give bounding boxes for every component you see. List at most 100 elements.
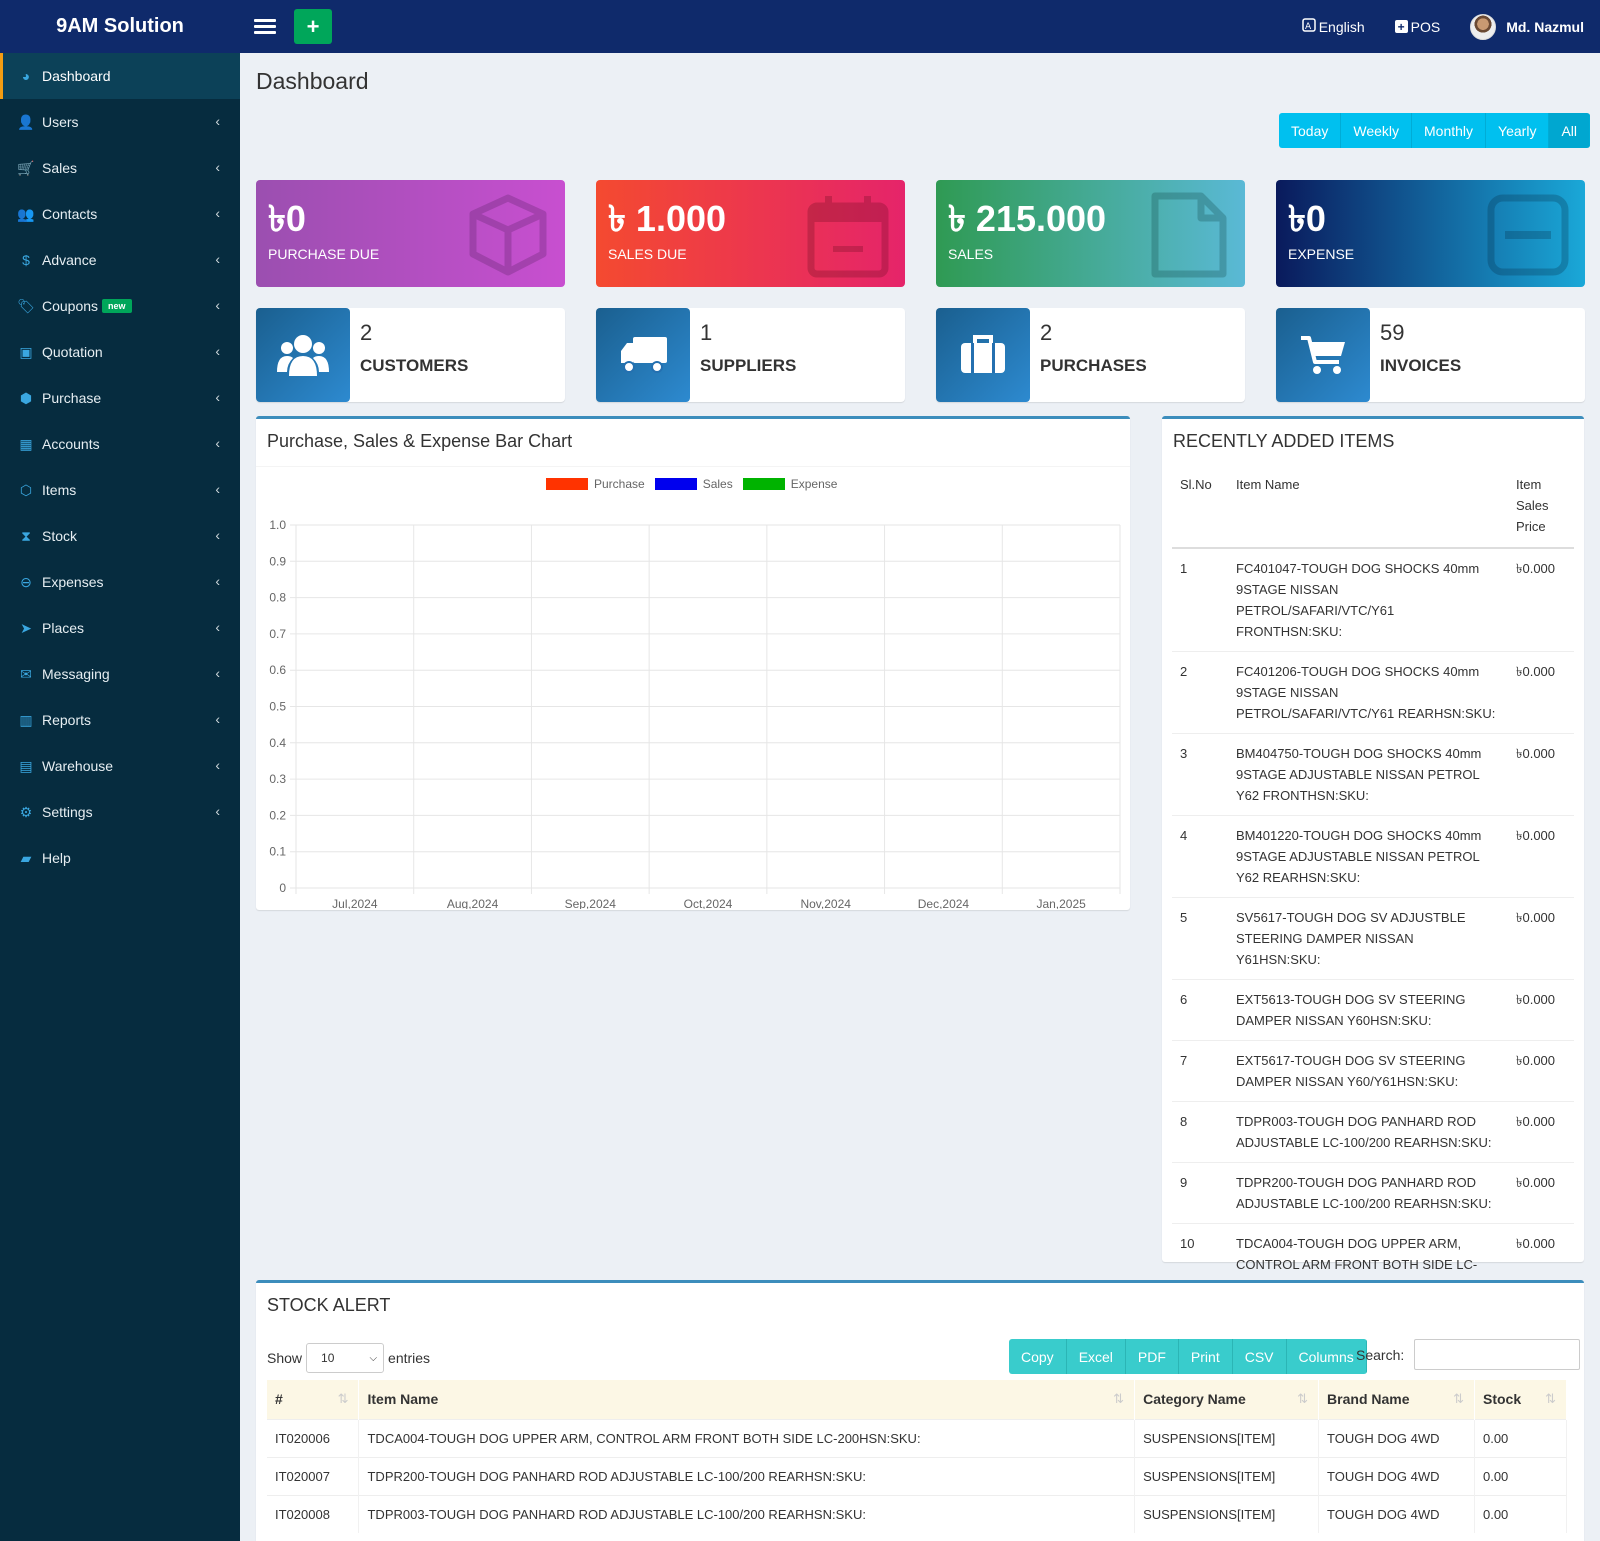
cell-item-name: EXT5617-TOUGH DOG SV STEERING DAMPER NIS… [1228,1040,1508,1102]
sidebar-item-label: Places [42,620,85,636]
period-monthly-button[interactable]: Monthly [1412,113,1487,148]
sales-box[interactable]: ৳ 215.000 SALES [936,180,1245,287]
table-row: IT020006 TDCA004-TOUGH DOG UPPER ARM, CON… [267,1418,1568,1457]
file-icon [1151,192,1227,278]
sidebar-item-sales[interactable]: 🛒 Sales ‹ [0,145,240,191]
col-stock[interactable]: Stock ⇅ [1474,1380,1568,1419]
table-row: 5 SV5617-TOUGH DOG SV ADJUSTBLE STEERING … [1172,897,1574,980]
period-today-button[interactable]: Today [1279,113,1342,148]
stock-alert-panel: STOCK ALERT Show 10 ⌵ entries Copy Excel P… [256,1280,1584,1541]
bar-chart: 1.0 0.9 0.8 0.7 0.6 0.5 0.4 0.3 0.2 0.1 0 Jul,2024 A… [269,518,1121,909]
expense-box[interactable]: ৳0 EXPENSE [1276,180,1585,287]
period-all-button[interactable]: All [1549,113,1591,148]
cell-item-name: BM401220-TOUGH DOG SHOCKS 40mm 9STAGE AD… [1228,815,1508,898]
sidebar-item-accounts[interactable]: ▦ Accounts ‹ [0,421,240,467]
purchases-box[interactable]: 2 PURCHASES [936,308,1245,402]
chart-title: Purchase, Sales & Expense Bar Chart [267,431,573,451]
brand-logo[interactable]: 9AM Solution [0,0,240,53]
table-row: 4 BM401220-TOUGH DOG SHOCKS 40mm 9STAGE A… [1172,815,1574,898]
dollar-icon: $ [22,252,30,268]
cube-icon [469,194,547,276]
cell-name: TDPR200-TOUGH DOG PANHARD ROD ADJUSTABLE… [358,1456,1136,1495]
truck-icon [596,308,690,402]
sort-icon: ⇅ [1453,1391,1464,1406]
expense-amount: ৳0 [1288,198,1326,239]
sidebar-item-label: Stock [42,528,78,544]
sidebar-item-contacts[interactable]: 👥 Contacts ‹ [0,191,240,237]
purchase-due-box[interactable]: ৳0 PURCHASE DUE [256,180,565,287]
x-tick-label: Sep,2024 [565,897,617,909]
columns-button[interactable]: Columns [1286,1339,1367,1374]
y-tick-label: 0.3 [269,772,286,786]
invoices-label: INVOICES [1380,356,1462,375]
pos-link[interactable]: + POS [1394,19,1440,35]
invoices-box[interactable]: 59 INVOICES [1276,308,1585,402]
sidebar-item-settings[interactable]: ⚙ Settings ‹ [0,789,240,835]
chevron-down-icon: ⌵ [369,1352,378,1364]
entries-select[interactable]: 10 ⌵ [306,1343,385,1373]
avatar[interactable] [1470,13,1497,40]
sidebar-item-expenses[interactable]: ⊖ Expenses ‹ [0,559,240,605]
sort-icon: ⇅ [1297,1391,1309,1406]
contacts-icon: 👥 [17,205,35,222]
cell-name: TDCA004-TOUGH DOG UPPER ARM, CONTROL ARM… [358,1418,1136,1457]
sidebar-item-label: Purchase [42,390,102,406]
sidebar-item-reports[interactable]: ▥ Reports ‹ [0,697,240,743]
col-item-name[interactable]: Item Name ⇅ [358,1380,1136,1419]
sidebar-item-coupons[interactable]: 🏷 Coupons new ‹ [0,283,240,329]
sales-due-box[interactable]: ৳ 1.000 SALES DUE [596,180,905,287]
customers-box[interactable]: 2 CUSTOMERS [256,308,565,402]
user-menu[interactable]: Md. Nazmul [1506,19,1584,35]
col-hash[interactable]: # ⇅ [267,1380,360,1419]
sidebar-item-purchase[interactable]: ⬢ Purchase ‹ [0,375,240,421]
print-button[interactable]: Print [1178,1339,1233,1374]
col-brand-name[interactable]: Brand Name ⇅ [1318,1380,1475,1419]
period-yearly-button[interactable]: Yearly [1486,113,1550,148]
briefcase-icon [936,308,1030,402]
cell-stock: 0.00 [1474,1418,1568,1457]
sales-label: SALES [948,246,994,262]
sidebar-item-warehouse[interactable]: ▤ Warehouse ‹ [0,743,240,789]
sales-due-label: SALES DUE [608,246,687,262]
sidebar-item-dashboard[interactable]: ◕ Dashboard [0,53,240,99]
sidebar-item-advance[interactable]: $ Advance ‹ [0,237,240,283]
copy-button[interactable]: Copy [1009,1339,1067,1374]
cart-icon [1276,308,1370,402]
sidebar-item-places[interactable]: ➤ Places ‹ [0,605,240,651]
language-selector[interactable]: A English [1301,18,1365,35]
cell-category: SUSPENSIONS[ITEM] [1134,1418,1320,1457]
sales-due-amount: ৳ 1.000 [608,198,727,239]
sidebar-item-label: Sales [42,160,78,176]
sidebar-item-messaging[interactable]: ✉ Messaging ‹ [0,651,240,697]
period-weekly-button[interactable]: Weekly [1341,113,1413,148]
bar-chart-icon: ▥ [19,711,33,728]
quick-add-button[interactable]: + [294,9,332,44]
table-row: 6 EXT5613-TOUGH DOG SV STEERING DAMPER NI… [1172,979,1574,1041]
cubes-icon: ⬡ [19,481,33,498]
grid-icon: ▦ [19,435,33,452]
suppliers-box[interactable]: 1 SUPPLIERS [596,308,905,402]
sidebar-item-label: Coupons [42,298,99,314]
col-item-name: Item Name [1228,464,1508,549]
top-navbar: 9AM Solution + A English + POS Md. Nazmu… [0,0,1600,53]
sidebar-item-label: Accounts [42,436,100,452]
pdf-button[interactable]: PDF [1125,1339,1179,1374]
x-tick-label: Nov,2024 [800,897,851,909]
chevron-left-icon: ‹ [215,527,220,543]
col-slno: Sl.No [1172,464,1228,549]
sidebar-item-users[interactable]: 👤 Users ‹ [0,99,240,145]
col-category-name[interactable]: Category Name ⇅ [1134,1380,1320,1419]
cell-slno: 6 [1172,979,1228,1041]
purchase-due-label: PURCHASE DUE [268,246,380,262]
sidebar-item-stock[interactable]: ⧗ Stock ‹ [0,513,240,559]
csv-button[interactable]: CSV [1232,1339,1287,1374]
sidebar-toggle-icon[interactable] [254,19,276,34]
minus-circle-icon: ⊖ [20,573,32,590]
excel-button[interactable]: Excel [1066,1339,1126,1374]
sidebar-item-quotation[interactable]: ▣ Quotation ‹ [0,329,240,375]
sidebar-item-help[interactable]: ▰ Help [0,835,240,881]
search-input[interactable] [1414,1339,1581,1370]
chevron-left-icon: ‹ [215,435,220,451]
cell-slno: 9 [1172,1162,1228,1224]
sidebar-item-items[interactable]: ⬡ Items ‹ [0,467,240,513]
